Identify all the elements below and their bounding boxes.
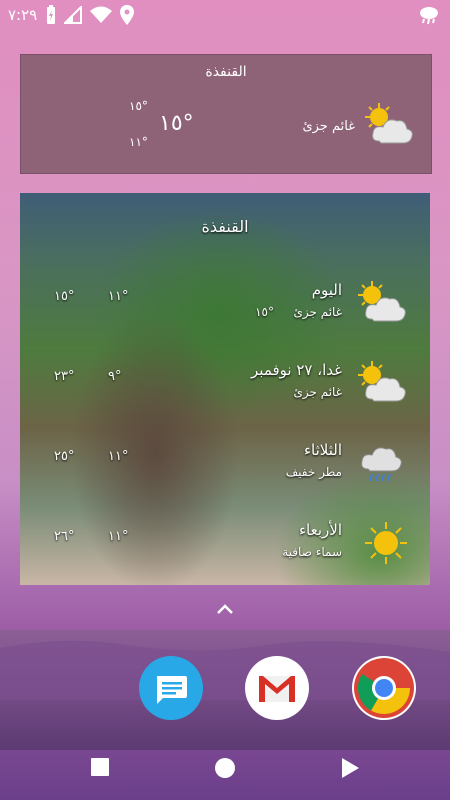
- forecast-low: ١١°: [108, 449, 129, 464]
- forecast-high: ٢٣°: [54, 369, 75, 384]
- recent-apps-icon[interactable]: [90, 757, 110, 781]
- signal-icon: [64, 6, 82, 24]
- forecast-day: الثلاثاء: [303, 441, 342, 459]
- forecast-high: ٢٥°: [54, 449, 75, 464]
- partly-cloudy-icon: [358, 281, 408, 329]
- sun-icon: [364, 521, 408, 569]
- forecast-condition: غائم جزئ: [293, 305, 342, 319]
- navigation-bar: [0, 740, 450, 800]
- chrome-app-icon[interactable]: [352, 656, 416, 720]
- widget-high-temp: ١٥°: [129, 99, 148, 113]
- forecast-high: ١٥°: [54, 289, 75, 304]
- status-icons: [46, 5, 134, 25]
- gmail-app-icon[interactable]: [245, 656, 309, 720]
- rain-cloud-icon: [358, 441, 408, 489]
- app-drawer-arrow-icon[interactable]: [214, 600, 236, 618]
- home-icon[interactable]: [214, 757, 236, 783]
- forecast-day: الأربعاء: [298, 521, 342, 539]
- forecast-condition: مطر خفيف: [285, 465, 342, 479]
- widget-condition: غائم جزئ: [302, 119, 355, 134]
- status-time: ٧:٢٩: [8, 6, 38, 24]
- forecast-day: اليوم: [311, 281, 342, 299]
- battery-charging-icon: [47, 5, 55, 24]
- widget-city: القنفذة: [205, 64, 247, 80]
- forecast-condition: سماء صافية: [282, 545, 342, 559]
- forecast-current-temp: ١٥°: [255, 305, 274, 319]
- forecast-row: الثلاثاء مطر خفيف ٢٥° ١١°: [20, 441, 430, 497]
- forecast-condition: غائم جزئ: [293, 385, 342, 399]
- location-icon: [120, 5, 134, 25]
- forecast-day: غدا، ٢٧ نوفمبر: [251, 361, 342, 379]
- weather-widget-small[interactable]: القنفذة غائم جزئ ١٥° ١٥° ١١°: [20, 54, 432, 174]
- weather-notification-icon: [418, 4, 440, 30]
- forecast-high: ٢٦°: [54, 529, 75, 544]
- weather-widget-forecast[interactable]: القنفذة اليوم غائم جزئ ١٥° ١٥° ١١° غدا، …: [20, 193, 430, 585]
- forecast-row: اليوم غائم جزئ ١٥° ١٥° ١١°: [20, 281, 430, 337]
- forecast-city: القنفذة: [201, 217, 249, 236]
- partly-cloudy-icon: [358, 361, 408, 409]
- forecast-row: الأربعاء سماء صافية ٢٦° ١١°: [20, 521, 430, 577]
- status-bar: ٧:٢٩: [0, 0, 450, 32]
- forecast-low: ١١°: [108, 529, 129, 544]
- wifi-icon: [90, 6, 112, 23]
- back-icon[interactable]: [340, 757, 360, 783]
- widget-low-temp: ١١°: [129, 135, 148, 149]
- forecast-low: ١١°: [108, 289, 129, 304]
- forecast-row: غدا، ٢٧ نوفمبر غائم جزئ ٢٣° ٩°: [20, 361, 430, 417]
- messages-app-icon[interactable]: [139, 656, 203, 720]
- partly-cloudy-icon: [365, 103, 415, 151]
- widget-temperature: ١٥°: [159, 111, 194, 136]
- forecast-low: ٩°: [108, 369, 122, 384]
